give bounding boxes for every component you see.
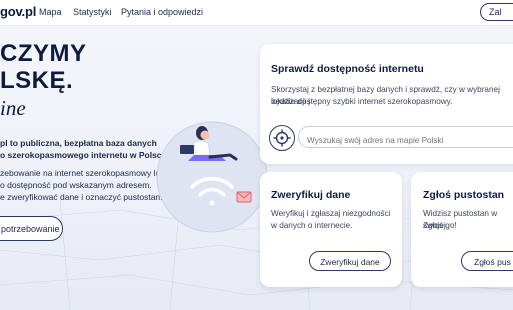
verify-data-button[interactable]: Zweryfikuj dane (309, 251, 391, 271)
address-search-input[interactable] (298, 126, 513, 148)
nav-item-statystyki[interactable]: Statystyki (73, 7, 112, 17)
vacancy-card-title: Zgłoś pustostan (423, 189, 505, 201)
check-card-title: Sprawdź dostępność internetu (271, 63, 424, 75)
envelope-icon (236, 191, 252, 203)
hero-title-line2: LSKĘ. (0, 67, 74, 94)
hero-title-italic: ine (0, 96, 26, 120)
vacancy-card-text-line2: Zgłoś go! (423, 221, 457, 230)
hero-desc-bold-line2: o szerokopasmowego internetu w Polsce. (0, 150, 169, 160)
hero-description-bold: pl to publiczna, bezpłatna baza danych o… (0, 137, 175, 161)
site-logo[interactable]: gov.pl (0, 4, 36, 19)
check-card-text-line2: będzie dostępny szybki internet szerokop… (271, 97, 453, 106)
verify-card-text-line2: w danych o internecie. (271, 221, 353, 230)
verify-card-text-line1: Weryfikuj i zgłaszaj niezgodności (271, 209, 391, 218)
locate-button[interactable] (269, 125, 295, 151)
report-need-button[interactable]: potrzebowanie (0, 216, 63, 241)
hero-title-line1: CZYMY (0, 40, 87, 67)
report-vacancy-button[interactable]: Zgłoś pus (461, 251, 513, 271)
nav-item-faq[interactable]: Pytania i odpowiedzi (121, 7, 203, 17)
verify-card-title: Zweryfikuj dane (271, 189, 351, 201)
crosshair-icon (273, 129, 291, 147)
top-navigation-bar: gov.pl Mapa Statystyki Pytania i odpowie… (0, 0, 513, 26)
hero-desc-bold-line1: pl to publiczna, bezpłatna baza danych (0, 138, 157, 148)
nav-item-mapa[interactable]: Mapa (39, 7, 62, 17)
login-button[interactable]: Zal (480, 3, 513, 21)
